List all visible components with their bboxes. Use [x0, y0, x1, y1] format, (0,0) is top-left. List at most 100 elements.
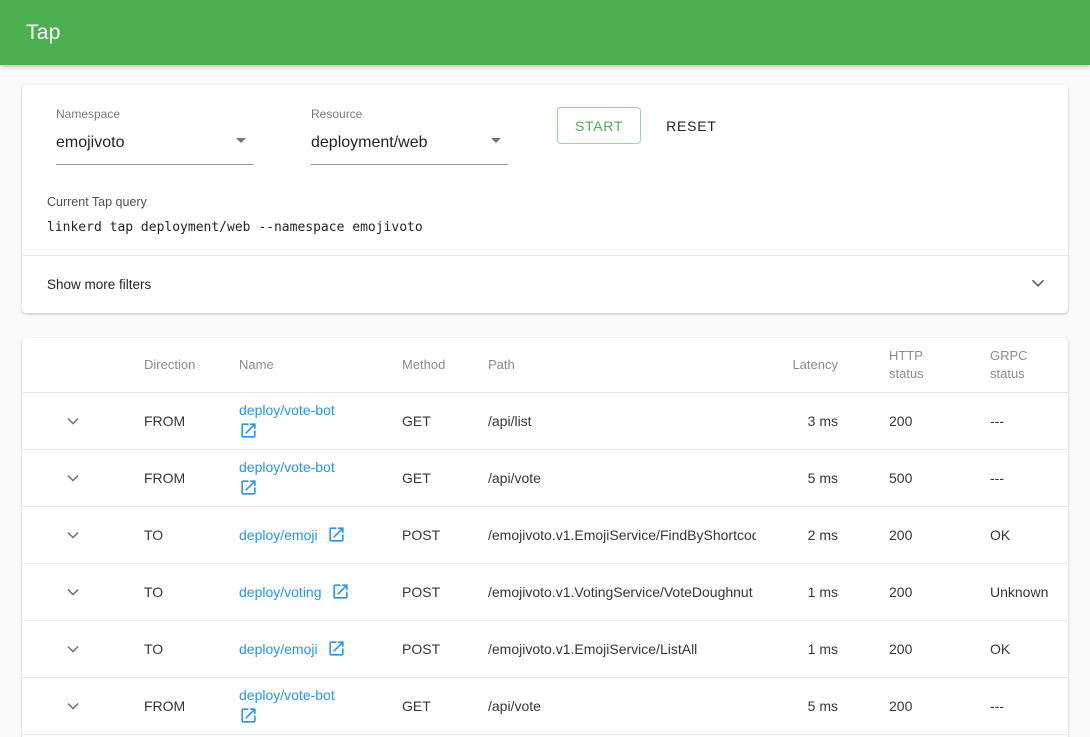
http-status-cell: 200: [838, 677, 990, 734]
resource-label: Resource: [311, 107, 508, 121]
name-cell: deploy/emoji: [239, 620, 402, 677]
dropdown-arrow-icon: [484, 128, 508, 157]
name-column-header: Name: [239, 338, 402, 392]
expander-column-header: [22, 338, 144, 392]
method-cell: POST: [402, 506, 488, 563]
row-expander[interactable]: [22, 563, 144, 620]
namespace-label: Namespace: [56, 107, 253, 121]
resource-select[interactable]: Resource deployment/web: [311, 107, 508, 165]
direction-cell: TO: [144, 620, 239, 677]
table-row: FROM deploy/vote-bot GET /api/vote 5 ms …: [22, 677, 1068, 734]
resource-link-label: deploy/emoji: [239, 641, 318, 657]
chevron-down-icon[interactable]: [62, 695, 144, 717]
open-in-new-icon[interactable]: [239, 478, 258, 497]
grpc-status-cell: Unknown: [990, 563, 1068, 620]
row-expander[interactable]: [22, 620, 144, 677]
path-column-header: Path: [488, 338, 756, 392]
latency-cell: 2 ms: [756, 506, 838, 563]
namespace-select[interactable]: Namespace emojivoto: [56, 107, 253, 165]
resource-link[interactable]: deploy/emoji: [239, 525, 402, 544]
page-title: Tap: [26, 21, 61, 45]
open-in-new-icon[interactable]: [239, 421, 258, 440]
method-cell: GET: [402, 449, 488, 506]
method-cell: GET: [402, 392, 488, 449]
table-header-row: Direction Name Method Path Latency HTTP …: [22, 338, 1068, 392]
resource-link[interactable]: deploy/vote-bot: [239, 687, 402, 725]
grpc-status-cell: ---: [990, 449, 1068, 506]
http-status-cell: 200: [838, 392, 990, 449]
chevron-down-icon[interactable]: [62, 581, 144, 603]
latency-cell: 5 ms: [756, 677, 838, 734]
path-cell: /emojivoto.v1.EmojiService/ListAll: [488, 620, 756, 677]
open-in-new-icon[interactable]: [331, 582, 350, 601]
chevron-down-icon[interactable]: [62, 524, 144, 546]
start-button[interactable]: START: [557, 107, 641, 144]
direction-cell: TO: [144, 506, 239, 563]
namespace-value: emojivoto: [56, 134, 124, 152]
name-cell: deploy/vote-bot: [239, 392, 402, 449]
chevron-down-icon[interactable]: [1026, 271, 1050, 298]
row-expander[interactable]: [22, 506, 144, 563]
chevron-down-icon[interactable]: [62, 410, 144, 432]
dropdown-arrow-icon: [229, 128, 253, 157]
tap-query-card: Namespace emojivoto Resource deployment/…: [22, 85, 1068, 313]
latency-column-header: Latency: [756, 338, 838, 392]
direction-column-header: Direction: [144, 338, 239, 392]
open-in-new-icon[interactable]: [327, 639, 346, 658]
show-more-filters-toggle[interactable]: Show more filters: [22, 255, 1068, 313]
path-cell: /api/vote: [488, 449, 756, 506]
http-status-cell: 200: [838, 506, 990, 563]
name-cell: deploy/vote-bot: [239, 449, 402, 506]
name-cell: deploy/emoji: [239, 506, 402, 563]
method-cell: POST: [402, 620, 488, 677]
tap-table-body: FROM deploy/vote-bot GET /api/list 3 ms …: [22, 392, 1068, 734]
latency-cell: 3 ms: [756, 392, 838, 449]
path-cell: /emojivoto.v1.VotingService/VoteDoughnut: [488, 563, 756, 620]
tap-query-form: Namespace emojivoto Resource deployment/…: [22, 85, 1068, 171]
current-query-label: Current Tap query: [47, 195, 1044, 209]
method-column-header: Method: [402, 338, 488, 392]
direction-cell: FROM: [144, 392, 239, 449]
open-in-new-icon[interactable]: [327, 525, 346, 544]
current-query-value: linkerd tap deployment/web --namespace e…: [47, 220, 1044, 235]
http-status-column-header: HTTP status: [838, 338, 990, 392]
tap-results-table: Direction Name Method Path Latency HTTP …: [22, 338, 1068, 735]
resource-link-label: deploy/vote-bot: [239, 402, 335, 418]
current-query-section: Current Tap query linkerd tap deployment…: [22, 171, 1068, 255]
row-expander[interactable]: [22, 392, 144, 449]
resource-link-label: deploy/voting: [239, 584, 322, 600]
resource-link[interactable]: deploy/vote-bot: [239, 459, 402, 497]
grpc-status-cell: OK: [990, 620, 1068, 677]
path-cell: /api/list: [488, 392, 756, 449]
http-status-cell: 200: [838, 620, 990, 677]
direction-cell: TO: [144, 563, 239, 620]
table-row: TO deploy/emoji POST /emojivoto.v1.Emoji…: [22, 620, 1068, 677]
row-expander[interactable]: [22, 449, 144, 506]
chevron-down-icon[interactable]: [62, 638, 144, 660]
direction-cell: FROM: [144, 677, 239, 734]
resource-link[interactable]: deploy/vote-bot: [239, 402, 402, 440]
resource-link[interactable]: deploy/emoji: [239, 639, 402, 658]
resource-link[interactable]: deploy/voting: [239, 582, 402, 601]
direction-cell: FROM: [144, 449, 239, 506]
name-cell: deploy/vote-bot: [239, 677, 402, 734]
resource-link-label: deploy/vote-bot: [239, 687, 335, 703]
chevron-down-icon[interactable]: [62, 467, 144, 489]
row-expander[interactable]: [22, 677, 144, 734]
grpc-status-column-header: GRPC status: [990, 338, 1068, 392]
latency-cell: 5 ms: [756, 449, 838, 506]
reset-button[interactable]: RESET: [666, 118, 717, 134]
http-status-cell: 500: [838, 449, 990, 506]
open-in-new-icon[interactable]: [239, 706, 258, 725]
resource-link-label: deploy/emoji: [239, 527, 318, 543]
latency-cell: 1 ms: [756, 620, 838, 677]
resource-link-label: deploy/vote-bot: [239, 459, 335, 475]
path-cell: /api/vote: [488, 677, 756, 734]
grpc-status-cell: OK: [990, 506, 1068, 563]
path-cell: /emojivoto.v1.EmojiService/FindByShortco…: [488, 506, 756, 563]
table-row: FROM deploy/vote-bot GET /api/vote 5 ms …: [22, 449, 1068, 506]
table-row: TO deploy/emoji POST /emojivoto.v1.Emoji…: [22, 506, 1068, 563]
grpc-status-cell: ---: [990, 392, 1068, 449]
tap-results-card: Direction Name Method Path Latency HTTP …: [22, 338, 1068, 737]
grpc-status-cell: ---: [990, 677, 1068, 734]
